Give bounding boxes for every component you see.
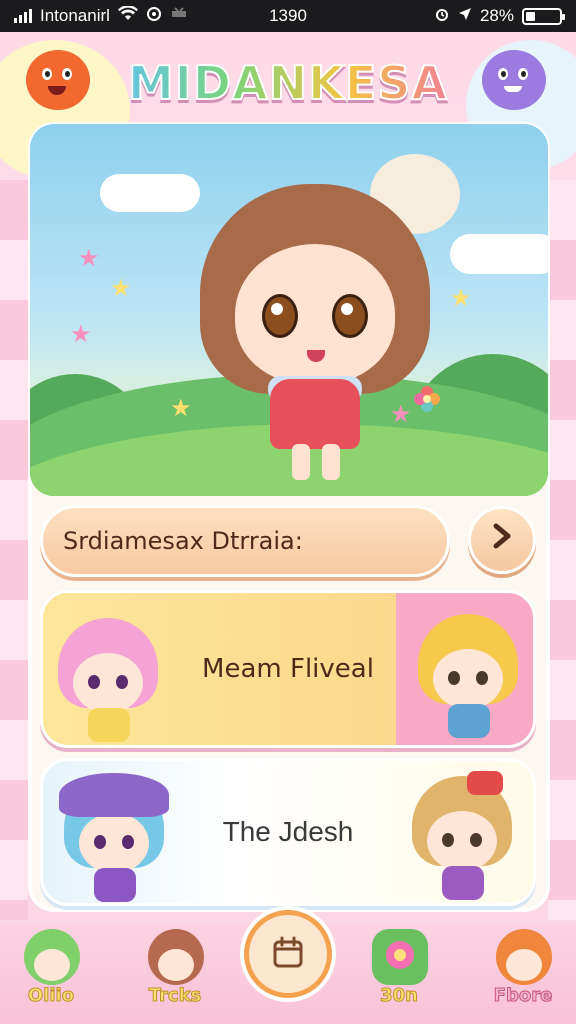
card-title: The Jdesh	[222, 816, 354, 847]
nav-label: Fbore	[493, 985, 553, 1007]
brown-hair-character-icon	[148, 929, 204, 985]
main-character-avatar[interactable]	[190, 154, 460, 480]
side-decoration	[0, 180, 28, 920]
sync-icon	[146, 6, 162, 27]
side-decoration	[548, 180, 576, 920]
purple-hat-character-icon	[59, 773, 169, 903]
hero-illustration: ★ ★ ★ ★ ★ ★	[30, 124, 548, 496]
battery-icon	[522, 7, 565, 25]
nav-label: 30n	[380, 985, 419, 1007]
orange-hair-character-icon	[496, 929, 552, 985]
nav-item-0[interactable]: Oliio	[6, 925, 96, 1024]
alarm-icon	[434, 6, 450, 27]
blonde-character-icon	[413, 609, 523, 739]
card-title: Meam Fliveal	[202, 654, 374, 684]
selection-field[interactable]: Srdiamesax Dtrraia:	[40, 505, 450, 577]
signal-icon	[14, 9, 32, 23]
nav-label: Trcks	[148, 985, 202, 1007]
calendar-icon	[270, 934, 306, 974]
green-hair-character-icon	[24, 929, 80, 985]
center-action-button[interactable]	[244, 910, 332, 998]
nav-item-2[interactable]: 30n	[354, 925, 444, 1024]
carrier-name: Intonanirl	[40, 6, 110, 25]
battery-percent: 28%	[479, 6, 514, 25]
status-bar: Intonanirl 1390 28%	[0, 0, 576, 32]
app-logo: MIDANKESA	[0, 55, 576, 111]
chevron-right-icon	[487, 520, 517, 560]
bow-character-icon	[407, 771, 517, 901]
next-button[interactable]	[468, 506, 536, 574]
game-icon	[170, 6, 188, 26]
status-time: 1390	[269, 6, 307, 25]
option-card[interactable]: Meam Fliveal	[40, 590, 536, 748]
location-icon	[458, 6, 472, 26]
nav-label: Oliio	[27, 985, 75, 1007]
wifi-icon	[117, 4, 138, 27]
hair-flower-icon	[412, 384, 442, 418]
pink-hair-character-icon	[53, 613, 163, 743]
nav-item-1[interactable]: Trcks	[130, 925, 220, 1024]
option-card[interactable]: The Jdesh	[40, 758, 536, 906]
nav-item-3[interactable]: Fbore	[478, 925, 568, 1024]
selection-label: Srdiamesax Dtrraia:	[63, 527, 303, 555]
flower-icon	[372, 929, 428, 985]
